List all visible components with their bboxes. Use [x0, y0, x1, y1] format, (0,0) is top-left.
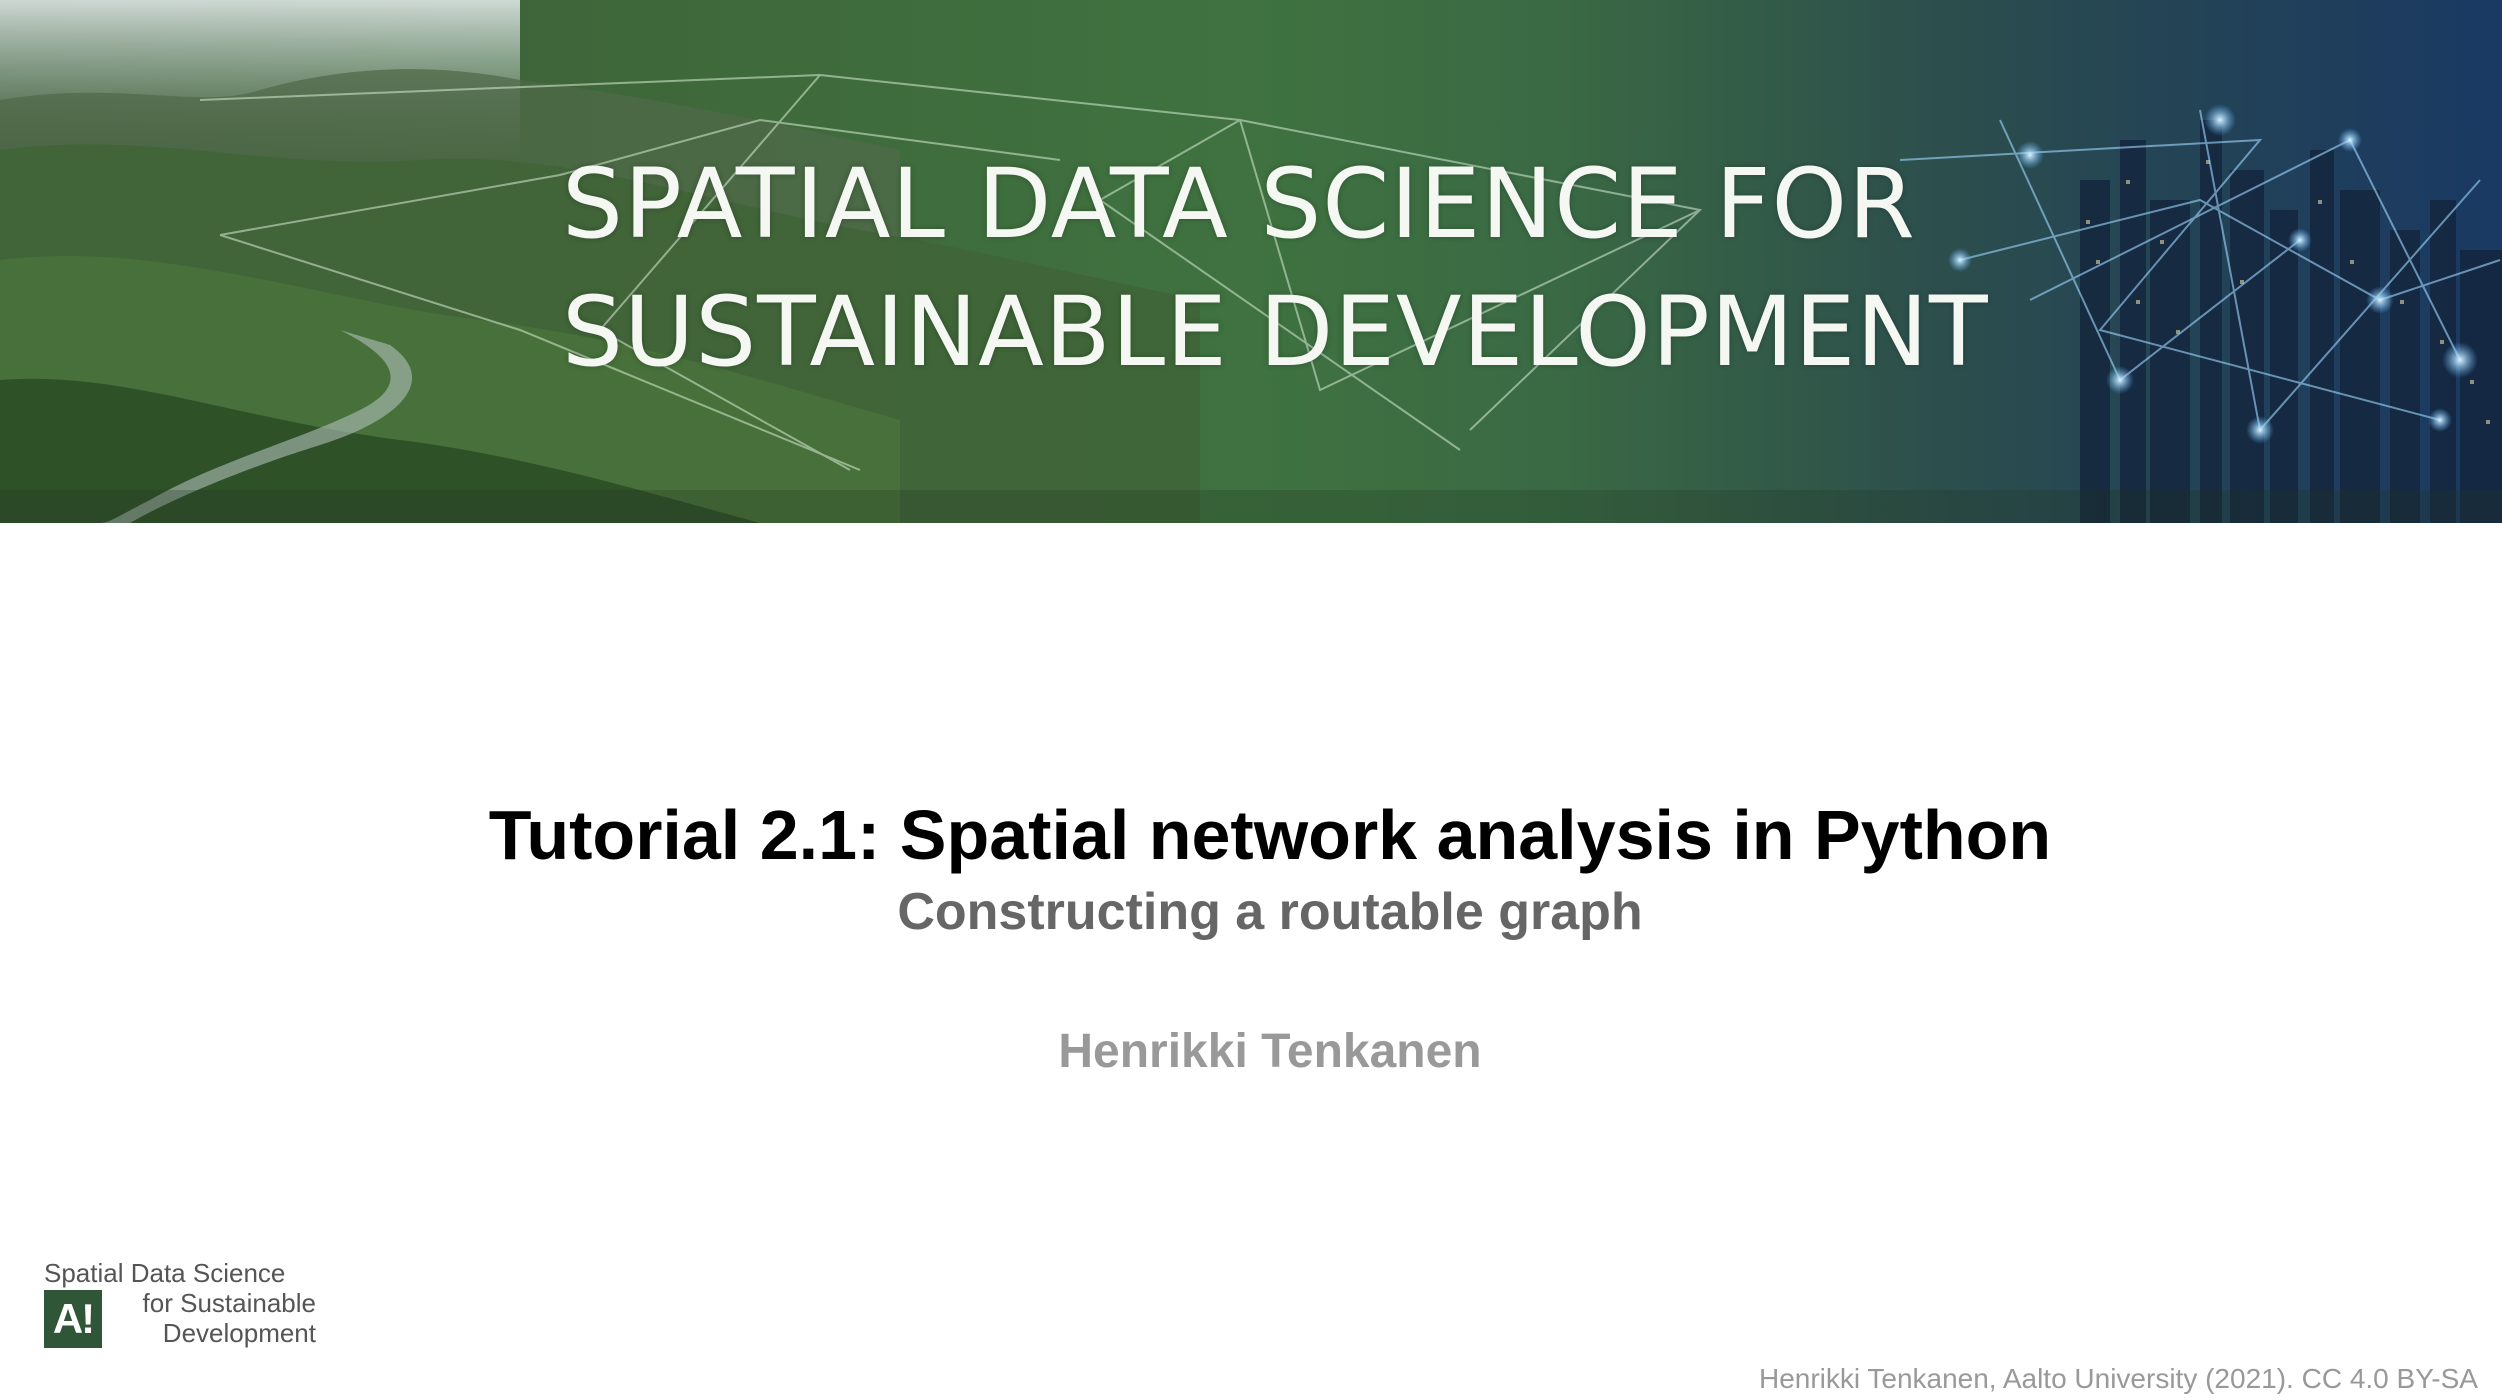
banner-title-line2: SUSTAINABLE DEVELOPMENT — [562, 276, 1989, 388]
page-subtitle: Constructing a routable graph — [897, 883, 1643, 941]
aalto-logo-mark: A! — [44, 1290, 102, 1348]
banner-image: SPATIAL DATA SCIENCE FOR SUSTAINABLE DEV… — [0, 0, 2502, 523]
banner-title: SPATIAL DATA SCIENCE FOR SUSTAINABLE DEV… — [562, 140, 1989, 396]
title-block: Tutorial 2.1: Spatial network analysis i… — [0, 790, 2502, 1082]
slide: SPATIAL DATA SCIENCE FOR SUSTAINABLE DEV… — [0, 0, 2502, 1400]
footer-credit: Henrikki Tenkanen, Aalto University (202… — [1758, 1363, 2478, 1394]
page-title: Tutorial 2.1: Spatial network analysis i… — [488, 796, 2052, 874]
logo-text-line2: for Sustainable — [142, 1288, 316, 1318]
logo-text-line1: Spatial Data Science — [44, 1258, 286, 1288]
author-name: Henrikki Tenkanen — [1058, 1025, 1482, 1078]
banner-title-line1: SPATIAL DATA SCIENCE FOR — [562, 148, 1916, 260]
course-logo: Spatial Data Science A! for Sustainable … — [42, 1258, 316, 1348]
logo-text-line3: Development — [162, 1318, 316, 1348]
